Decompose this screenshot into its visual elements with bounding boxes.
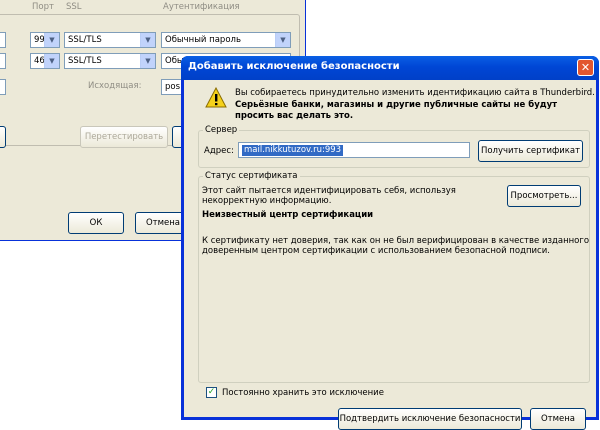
permanent-exception-checkbox[interactable]: ✓ (206, 387, 217, 398)
checkmark-icon: ✓ (207, 387, 216, 397)
outgoing-ssl-select[interactable]: SSL/TLS ▼ (64, 53, 156, 69)
outgoing-label: Исходящая: (88, 81, 142, 91)
security-exception-dialog: Добавить исключение безопасности ✕ Вы со… (181, 56, 599, 430)
address-label: Адрес: (204, 146, 234, 156)
permanent-exception-label[interactable]: Постоянно хранить это исключение (222, 388, 384, 398)
status-description-line1: К сертификату нет доверия, так как он не… (202, 236, 590, 246)
get-certificate-button[interactable]: Получить сертификат (478, 140, 583, 162)
third-row-field[interactable] (0, 79, 6, 95)
dialog-body: Вы собираетесь принудительно изменить ид… (184, 80, 596, 430)
certificate-status-group: Статус сертификата (198, 171, 590, 383)
chevron-down-icon[interactable]: ▼ (44, 33, 59, 47)
status-line1: Этот сайт пытается идентифицировать себя… (202, 186, 456, 196)
ok-button[interactable]: ОК (68, 212, 124, 234)
port-column-header: Порт (32, 2, 54, 12)
address-value: mail.nikkutuzov.ru:993 (242, 145, 344, 156)
address-input[interactable]: mail.nikkutuzov.ru:993 (238, 142, 470, 158)
close-button[interactable]: ✕ (577, 59, 594, 76)
incoming-auth-select[interactable]: Обычный пароль ▼ (161, 32, 291, 48)
incoming-port-select[interactable]: 993 ▼ (30, 32, 60, 48)
warning-bold-line1: Серьёзные банки, магазины и другие публи… (235, 100, 558, 110)
unknown-ca-heading: Неизвестный центр сертификации (202, 210, 374, 220)
outgoing-server-field[interactable] (0, 53, 6, 69)
warning-icon (205, 87, 227, 108)
status-line2: некорректную информацию. (202, 196, 332, 206)
advanced-button[interactable] (0, 126, 6, 148)
incoming-ssl-select[interactable]: SSL/TLS ▼ (64, 32, 156, 48)
warning-bold-line2: просить вас делать это. (235, 111, 354, 121)
dialog-title: Добавить исключение безопасности (188, 61, 400, 72)
retest-button[interactable]: Перетестировать (80, 126, 168, 148)
status-description-line2: доверенным центром сертификации с исполь… (202, 246, 550, 256)
close-icon: ✕ (580, 61, 591, 74)
server-group-legend: Сервер (203, 125, 240, 135)
view-certificate-button[interactable]: Просмотреть... (507, 185, 581, 207)
title-bar[interactable]: Добавить исключение безопасности ✕ (181, 56, 599, 80)
dialog-cancel-button[interactable]: Отмена (530, 408, 586, 430)
chevron-down-icon[interactable]: ▼ (44, 54, 59, 68)
warning-text: Вы собираетесь принудительно изменить ид… (235, 88, 595, 98)
chevron-down-icon[interactable]: ▼ (140, 54, 155, 68)
ssl-column-header: SSL (66, 2, 82, 12)
confirm-exception-button[interactable]: Подтвердить исключение безопасности (338, 408, 522, 430)
incoming-server-field[interactable] (0, 32, 6, 48)
auth-column-header: Аутентификация (163, 2, 240, 12)
certificate-status-legend: Статус сертификата (203, 171, 300, 181)
outgoing-port-select[interactable]: 465 ▼ (30, 53, 60, 69)
chevron-down-icon[interactable]: ▼ (275, 33, 290, 47)
chevron-down-icon[interactable]: ▼ (140, 33, 155, 47)
